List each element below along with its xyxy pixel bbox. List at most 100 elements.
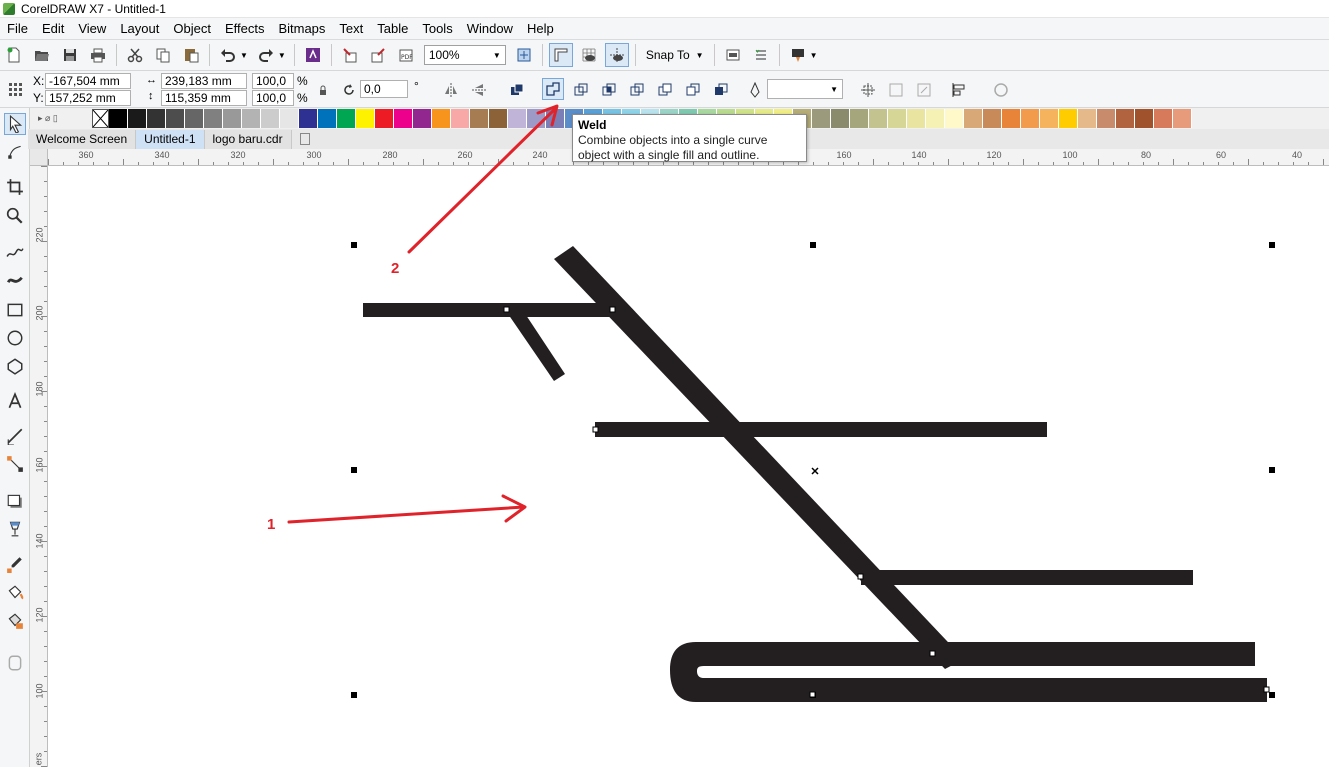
node-marker[interactable] [809,691,816,698]
color-swatch[interactable] [413,109,432,128]
search-content-button[interactable] [301,43,325,67]
cut-button[interactable] [123,43,147,67]
color-swatch[interactable] [1021,109,1040,128]
color-swatch[interactable] [1002,109,1021,128]
menu-help[interactable]: Help [520,21,561,36]
selection-handle[interactable] [351,467,357,473]
ruler-corner[interactable] [30,149,48,166]
copy-button[interactable] [151,43,175,67]
no-fill-swatch[interactable] [92,109,109,128]
artistic-media-tool[interactable] [4,269,26,291]
save-button[interactable] [58,43,82,67]
color-swatch[interactable] [242,109,261,128]
drop-shadow-tool[interactable] [4,490,26,512]
new-tab-icon[interactable] [299,133,310,145]
menu-window[interactable]: Window [460,21,520,36]
weld-button[interactable] [542,78,564,100]
color-swatch[interactable] [375,109,394,128]
y-position-input[interactable]: 157,252 mm [45,90,131,106]
paste-button[interactable] [179,43,203,67]
color-swatch[interactable] [1173,109,1192,128]
connector-tool[interactable] [4,453,26,475]
text-tool[interactable] [4,390,26,412]
import-button[interactable] [338,43,362,67]
tab-untitled-1[interactable]: Untitled-1 [136,130,205,149]
color-swatch[interactable] [166,109,185,128]
menu-tools[interactable]: Tools [415,21,459,36]
align-distribute-button[interactable] [948,79,970,101]
color-swatch[interactable] [356,109,375,128]
color-swatch[interactable] [318,109,337,128]
create-boundary-button[interactable] [710,79,732,101]
color-swatch[interactable] [1040,109,1059,128]
menu-text[interactable]: Text [332,21,370,36]
launch-dropdown-icon[interactable]: ▼ [810,51,818,60]
color-swatch[interactable] [128,109,147,128]
top-bar[interactable] [363,303,613,317]
outline-width-select[interactable]: ▼ [767,79,843,99]
x-position-input[interactable]: -167,504 mm [45,73,131,89]
pick-tool[interactable] [4,113,26,135]
combine-button[interactable] [506,79,528,101]
launch-button[interactable] [786,43,810,67]
full-screen-button[interactable] [512,43,536,67]
disabled-tool-button[interactable] [885,79,907,101]
parallel-dimension-tool[interactable] [4,425,26,447]
color-swatch[interactable] [812,109,831,128]
transparency-tool[interactable] [4,518,26,540]
color-swatch[interactable] [223,109,242,128]
crop-tool[interactable] [4,176,26,198]
redo-dropdown-icon[interactable]: ▼ [278,51,286,60]
front-minus-back-button[interactable] [654,79,676,101]
menu-effects[interactable]: Effects [218,21,272,36]
node-marker[interactable] [592,426,599,433]
selection-handle[interactable] [1269,692,1275,698]
polygon-tool[interactable] [4,355,26,377]
color-eyedropper-tool[interactable] [4,553,26,575]
selection-handle[interactable] [351,692,357,698]
node-marker[interactable] [1263,686,1270,693]
color-swatch[interactable] [546,109,565,128]
drawing-canvas[interactable] [48,166,1329,767]
lock-ratio-button[interactable] [312,79,334,101]
node-marker[interactable] [609,306,616,313]
color-swatch[interactable] [983,109,1002,128]
open-button[interactable] [30,43,54,67]
color-swatch[interactable] [1116,109,1135,128]
back-minus-front-button[interactable] [682,79,704,101]
color-swatch[interactable] [147,109,166,128]
color-swatch[interactable] [850,109,869,128]
color-swatch[interactable] [945,109,964,128]
menu-file[interactable]: File [0,21,35,36]
rectangle-tool[interactable] [4,299,26,321]
color-swatch[interactable] [964,109,983,128]
color-swatch[interactable] [185,109,204,128]
color-swatch[interactable] [337,109,356,128]
menu-table[interactable]: Table [370,21,415,36]
print-button[interactable] [86,43,110,67]
menu-object[interactable]: Object [166,21,218,36]
vertical-ruler[interactable]: ers 220 200 180 160 140 120 100 [30,166,48,767]
color-swatch[interactable] [204,109,223,128]
add-tool-button[interactable] [4,652,26,674]
object-origin-icon[interactable] [4,78,26,100]
color-swatch[interactable] [261,109,280,128]
transparency-button[interactable] [990,79,1012,101]
show-grid-button[interactable] [577,43,601,67]
zoom-tool[interactable] [4,205,26,227]
trim-button[interactable] [570,79,592,101]
intersect-button[interactable] [598,79,620,101]
selection-handle[interactable] [810,242,816,248]
node-marker[interactable] [503,306,510,313]
show-guidelines-button[interactable] [604,43,629,67]
color-swatch[interactable] [508,109,527,128]
scale-height-input[interactable]: 100,0 [252,90,294,106]
color-swatch[interactable] [394,109,413,128]
freehand-tool[interactable] [4,241,26,263]
height-input[interactable]: 115,359 mm [161,90,247,106]
smart-fill-tool[interactable] [4,610,26,632]
export-button[interactable] [366,43,390,67]
color-swatch[interactable] [527,109,546,128]
drawing-artwork[interactable] [48,166,1329,767]
menu-layout[interactable]: Layout [113,21,166,36]
